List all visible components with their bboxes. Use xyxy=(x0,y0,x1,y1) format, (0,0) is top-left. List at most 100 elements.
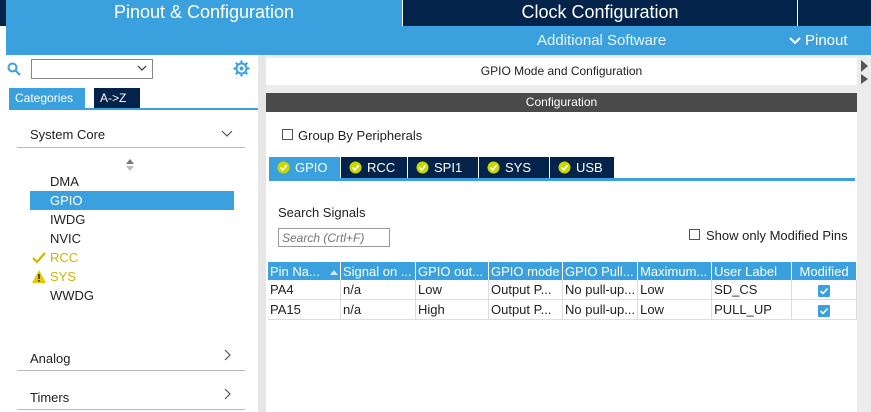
peripheral-tab-underline xyxy=(269,178,855,181)
cell-gpio-output: High xyxy=(415,299,489,320)
column-header-user-label[interactable]: User Label xyxy=(711,262,793,280)
cell-modified[interactable] xyxy=(791,280,858,300)
tab-label: SYS xyxy=(505,160,532,175)
modified-checkbox[interactable] xyxy=(818,284,831,297)
chevron-right-icon[interactable] xyxy=(221,388,233,400)
table-row[interactable]: PA15 n/a High Output P... No pull-up... … xyxy=(268,299,858,320)
cell-signal: n/a xyxy=(340,280,416,300)
show-modified-pins-label: Show only Modified Pins xyxy=(706,228,848,243)
check-circle-icon xyxy=(349,161,362,174)
section-analog[interactable]: Analog xyxy=(30,351,70,366)
cell-gpio-pull: No pull-up... xyxy=(562,299,639,320)
sidebar-item-label: SYS xyxy=(50,269,77,284)
cell-pin-name: PA15 xyxy=(268,299,341,320)
chevron-down-icon xyxy=(789,37,801,45)
search-combo[interactable] xyxy=(31,59,153,79)
cell-user-label: SD_CS xyxy=(711,280,793,300)
tab-sys[interactable]: SYS xyxy=(479,157,549,178)
sidebar-item-gpio[interactable]: GPIO xyxy=(30,191,234,210)
sidebar-item-label: RCC xyxy=(50,250,79,265)
section-timers[interactable]: Timers xyxy=(30,390,69,405)
sidebar-item-label: NVIC xyxy=(50,231,82,246)
tab-usb[interactable]: USB xyxy=(550,157,614,178)
table-header-row: Pin Na... Signal on ... GPIO out... GPIO… xyxy=(268,262,858,280)
tab-gpio[interactable]: GPIO xyxy=(269,157,340,178)
sidebar-item-iwdg[interactable]: IWDG xyxy=(30,210,234,229)
cell-user-label: PULL_UP xyxy=(711,299,793,320)
chevron-down-icon xyxy=(137,65,147,71)
sidebar-item-dma[interactable]: DMA xyxy=(30,172,234,191)
tab-clock-configuration[interactable]: Clock Configuration xyxy=(402,0,797,26)
column-header-gpio-output[interactable]: GPIO out... xyxy=(415,262,489,280)
cell-modified[interactable] xyxy=(791,299,858,320)
cell-maximum: Low xyxy=(637,299,713,320)
collapse-arrow-icon[interactable] xyxy=(859,58,869,84)
group-by-peripherals-checkbox[interactable] xyxy=(282,129,293,140)
sidebar-item-label: WWDG xyxy=(50,288,95,303)
category-tab-underline xyxy=(9,108,258,110)
table-row[interactable]: PA4 n/a Low Output P... No pull-up... Lo… xyxy=(268,280,858,300)
section-system-core[interactable]: System Core xyxy=(30,127,105,142)
cell-gpio-mode: Output P... xyxy=(488,280,563,300)
pinout-menu-label: Pinout xyxy=(805,32,848,49)
check-circle-icon xyxy=(487,161,500,174)
cell-gpio-mode: Output P... xyxy=(488,299,563,320)
group-by-peripherals-label: Group By Peripherals xyxy=(298,128,423,143)
check-icon xyxy=(820,287,829,295)
sidebar-item-nvic[interactable]: NVIC xyxy=(30,229,234,248)
configuration-header: Configuration xyxy=(266,93,857,112)
check-circle-icon xyxy=(277,161,290,174)
sidebar-item-label: GPIO xyxy=(50,193,83,208)
chevron-down-icon[interactable] xyxy=(221,127,233,139)
pinout-menu[interactable]: Pinout xyxy=(789,32,848,49)
column-header-modified[interactable]: Modified xyxy=(791,262,858,280)
additional-software-link[interactable]: Additional Software xyxy=(537,32,666,49)
section-divider xyxy=(17,370,245,371)
tab-a-z[interactable]: A->Z xyxy=(94,88,140,108)
mode-configuration-title: GPIO Mode and Configuration xyxy=(266,58,857,85)
tab-label: USB xyxy=(576,160,603,175)
modified-checkbox[interactable] xyxy=(818,304,831,317)
gear-icon[interactable] xyxy=(233,60,250,77)
tab-extra[interactable] xyxy=(797,0,871,26)
search-signals-label: Search Signals xyxy=(278,205,366,220)
tab-label: GPIO xyxy=(295,160,328,175)
sidebar-item-rcc[interactable]: RCC xyxy=(30,248,234,267)
tab-pinout-configuration[interactable]: Pinout & Configuration xyxy=(6,0,402,26)
cell-signal: n/a xyxy=(340,299,416,320)
pin-table: Pin Na... Signal on ... GPIO out... GPIO… xyxy=(268,262,858,320)
sidebar-item-label: IWDG xyxy=(50,212,86,227)
search-signals-input[interactable] xyxy=(278,228,390,247)
column-header-gpio-pull[interactable]: GPIO Pull... xyxy=(562,262,639,280)
column-header-label: Pin Na... xyxy=(270,263,320,279)
chevron-right-icon[interactable] xyxy=(221,349,233,361)
sub-toolbar: Additional Software Pinout xyxy=(6,26,871,55)
column-header-gpio-mode[interactable]: GPIO mode xyxy=(488,262,563,280)
sidebar-item-sys[interactable]: SYS xyxy=(30,267,234,286)
tab-label: RCC xyxy=(367,160,396,175)
tab-categories[interactable]: Categories xyxy=(9,88,85,108)
column-header-maximum[interactable]: Maximum... xyxy=(637,262,713,280)
search-icon xyxy=(7,62,21,76)
tab-spi1[interactable]: SPI1 xyxy=(408,157,478,178)
tab-rcc[interactable]: RCC xyxy=(341,157,407,178)
sort-ascending-icon xyxy=(330,269,338,275)
check-circle-icon xyxy=(558,161,571,174)
column-header-pin-name[interactable]: Pin Na... xyxy=(268,262,341,280)
section-divider xyxy=(17,409,245,410)
sort-icon[interactable] xyxy=(126,159,134,171)
check-icon xyxy=(32,252,46,264)
tab-label: SPI1 xyxy=(434,160,463,175)
column-header-signal[interactable]: Signal on ... xyxy=(340,262,416,280)
sidebar-item-wwdg[interactable]: WWDG xyxy=(30,286,234,305)
cell-gpio-pull: No pull-up... xyxy=(562,280,639,300)
cell-maximum: Low xyxy=(637,280,713,300)
show-modified-pins-checkbox[interactable] xyxy=(689,229,700,240)
warning-icon xyxy=(32,270,46,283)
check-circle-icon xyxy=(416,161,429,174)
sidebar-item-label: DMA xyxy=(50,174,79,189)
sidebar-scrollbar[interactable] xyxy=(258,55,266,412)
cell-gpio-output: Low xyxy=(415,280,489,300)
check-icon xyxy=(820,307,829,315)
cell-pin-name: PA4 xyxy=(268,280,341,300)
